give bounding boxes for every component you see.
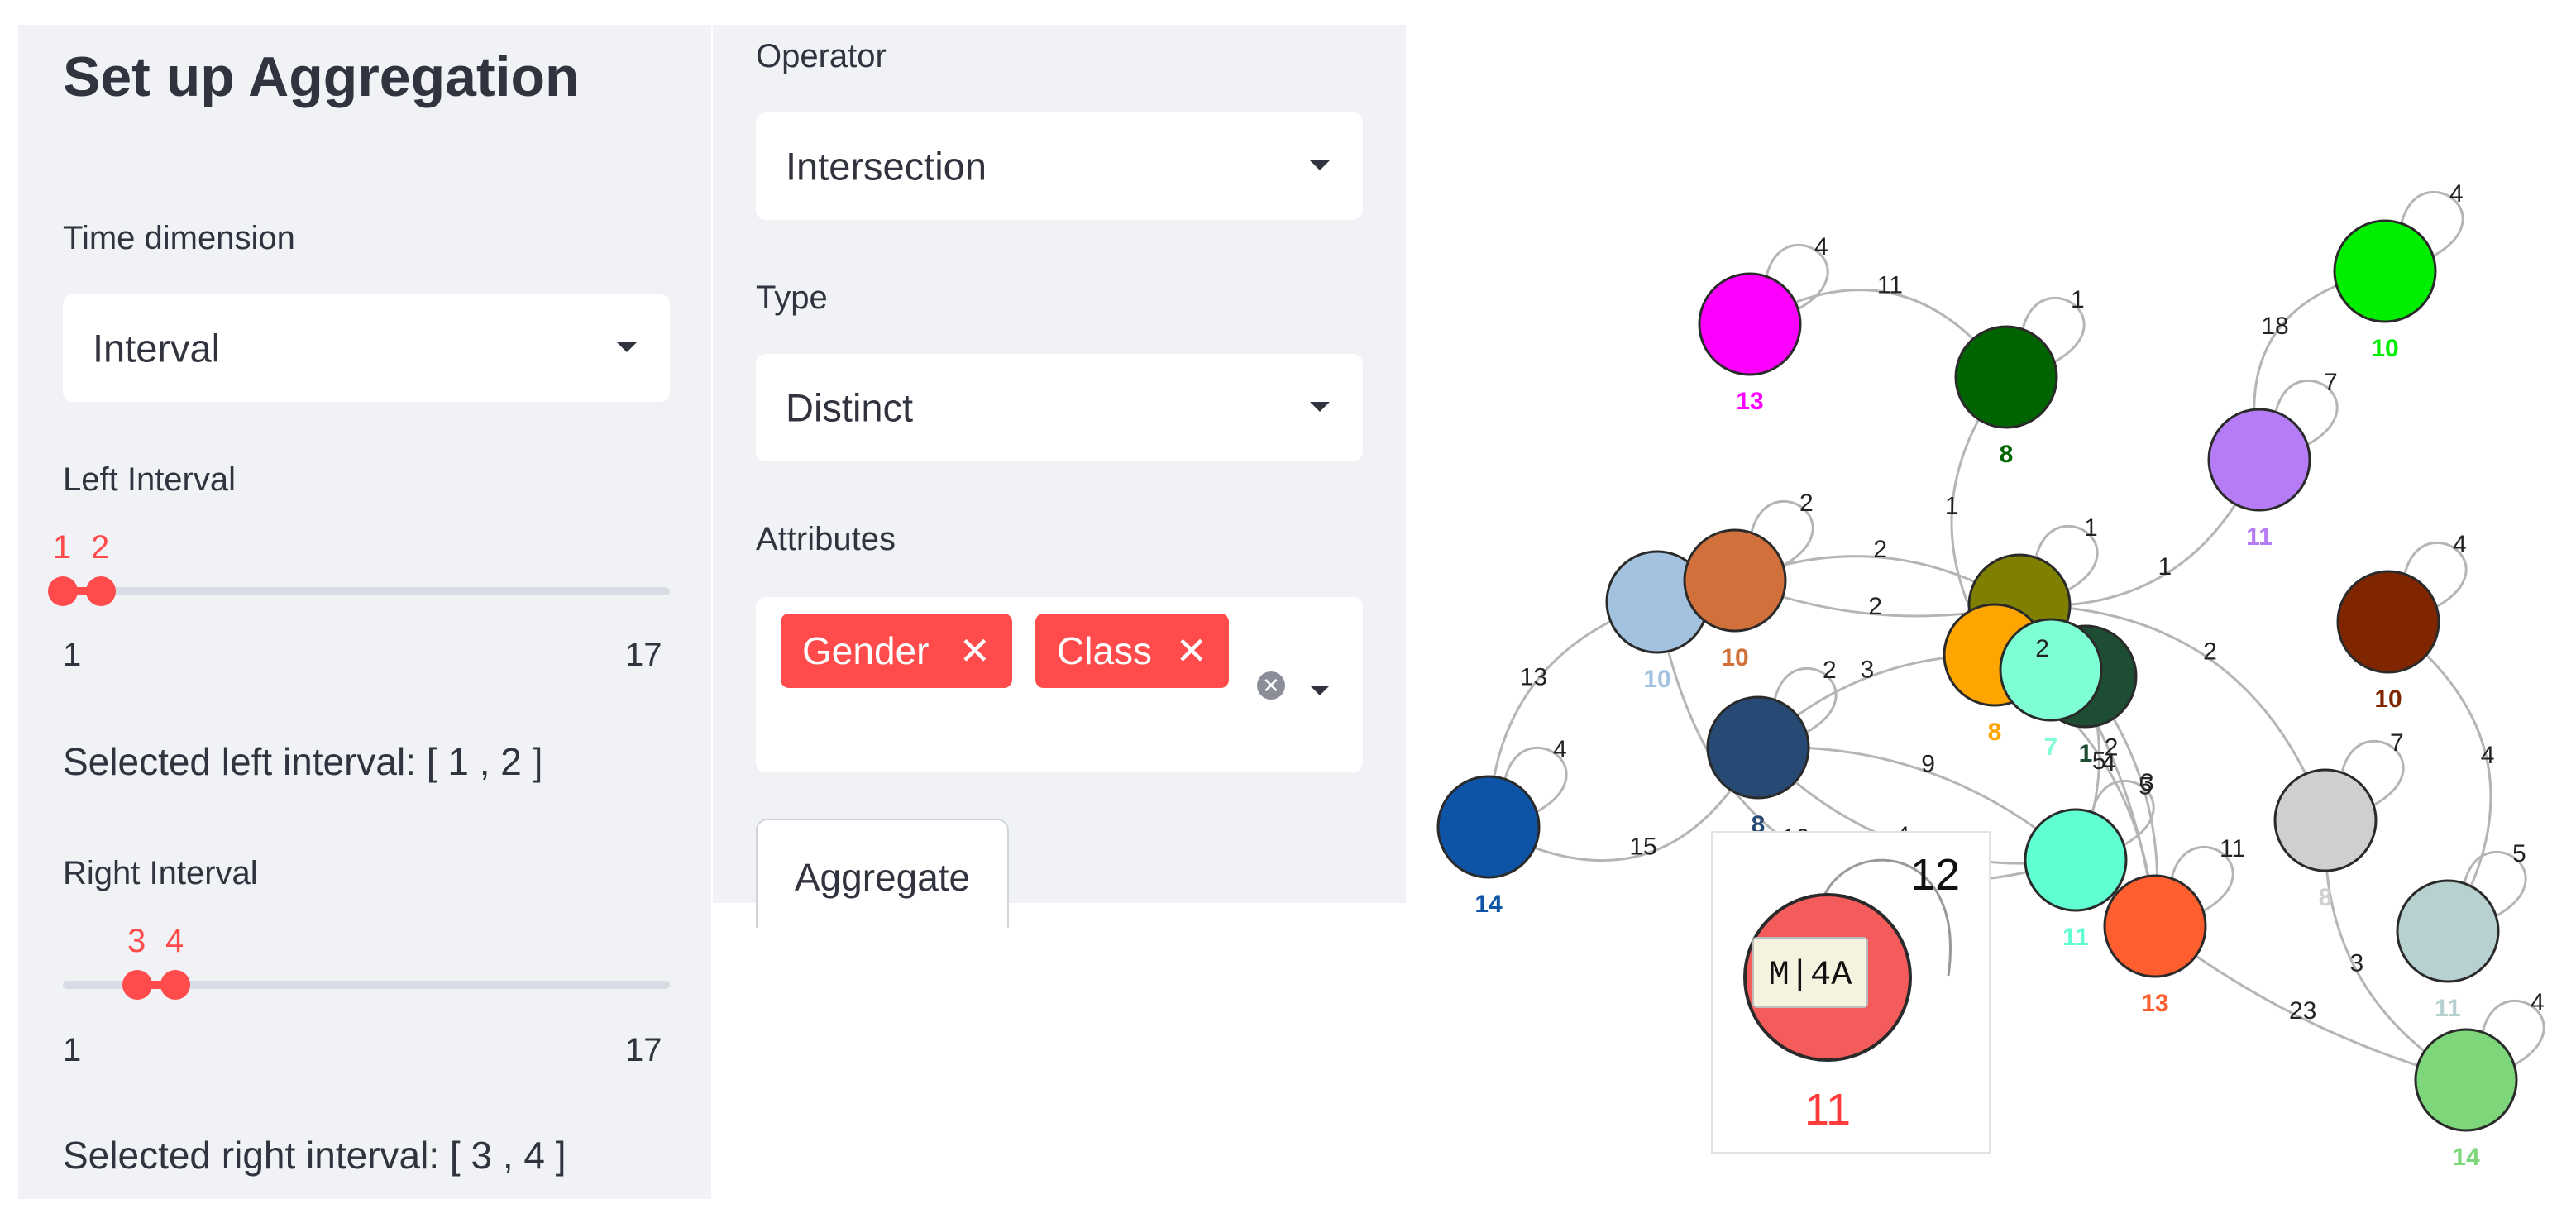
graph-node-darkgreen[interactable]	[1954, 325, 2058, 429]
edge-weight-label: 4	[2481, 742, 2495, 769]
self-loop-label: 5	[2512, 840, 2526, 867]
graph-node-lime[interactable]	[2333, 219, 2437, 323]
node-label: 13	[2141, 990, 2168, 1017]
node-label: 14	[2452, 1144, 2480, 1171]
self-loop-label: 4	[2531, 989, 2545, 1016]
edge-weight-label: 15	[1629, 834, 1656, 861]
graph-node-navy[interactable]	[1706, 695, 1810, 800]
self-loop-label: 4	[1553, 736, 1567, 763]
self-loop-label: 4	[2453, 531, 2467, 558]
edge-weight-label: 3	[2350, 950, 2364, 977]
node-label: 14	[1474, 891, 1503, 918]
edge-weight-label: 2	[2105, 734, 2119, 762]
graph-node-mint[interactable]	[2024, 808, 2128, 912]
edge-weight-label: 1	[1945, 493, 1959, 520]
self-loop-label: 4	[2449, 180, 2464, 208]
self-loop-label: 2	[1799, 490, 1814, 517]
node-label: 10	[2374, 686, 2402, 713]
node-label: 7	[2044, 733, 2058, 761]
edge-weight-label: 11	[1877, 271, 1903, 299]
node-label: 11	[2435, 995, 2461, 1022]
node-label: 8	[2319, 884, 2333, 911]
self-loop-label: 1	[2071, 286, 2085, 313]
tooltip-node-label: 11	[1804, 1085, 1851, 1135]
node-label: 10	[1643, 666, 1670, 693]
graph-node-maroon[interactable]	[2336, 570, 2440, 674]
node-label: 11	[2062, 924, 2089, 951]
node-label: 13	[1736, 388, 1763, 415]
edge-weight-label: 2	[1873, 536, 1887, 563]
edge-weight-label: 9	[1921, 751, 1935, 778]
graph-node-blue[interactable]	[1436, 775, 1541, 879]
edge-weight-label: 1	[2158, 553, 2172, 580]
graph-node-ashgreen[interactable]	[2396, 879, 2500, 983]
node-label: 8	[1988, 719, 2002, 746]
aggregated-graph: 1118112213225434161525923344131841071110…	[1436, 180, 2545, 1171]
graph-node-aquamarine[interactable]	[1999, 618, 2103, 722]
edge-weight-label: 2	[2035, 635, 2049, 662]
graph-node-lavender[interactable]	[2207, 408, 2311, 512]
graph-node-lightgreen[interactable]	[2414, 1028, 2518, 1132]
self-loop-label: 11	[2220, 835, 2245, 862]
node-label: 10	[2371, 335, 2398, 362]
graph-node-tomato[interactable]	[2103, 874, 2207, 978]
edge-weight-label: 13	[1520, 663, 1547, 690]
tooltip-tag: M|4A	[1769, 955, 1853, 995]
node-label: 1	[2079, 740, 2093, 767]
graph-node-copper[interactable]	[1683, 528, 1787, 633]
edge-weight-label: 3	[1860, 656, 1874, 683]
node-label: 10	[1721, 644, 1748, 671]
edge-weight-label: 2	[1868, 593, 1882, 620]
edge-weight-label: 18	[2261, 313, 2288, 340]
edge-weight-label: 23	[2289, 997, 2316, 1025]
self-loop-label: 4	[1814, 233, 1828, 260]
node-label: 8	[2000, 441, 2014, 468]
graph-node-grey[interactable]	[2273, 768, 2378, 872]
self-loop-label: 2	[1823, 657, 1837, 684]
self-loop-label: 7	[2390, 729, 2404, 757]
node-label: 11	[2246, 523, 2273, 551]
graph-node-magenta[interactable]	[1698, 272, 1802, 376]
self-loop-label: 3	[2140, 769, 2154, 796]
self-loop-label: 1	[2084, 514, 2098, 542]
edge-weight-label: 2	[2203, 638, 2217, 665]
self-loop-label: 7	[2324, 369, 2338, 396]
tooltip-loop-label: 12	[1910, 850, 1960, 900]
